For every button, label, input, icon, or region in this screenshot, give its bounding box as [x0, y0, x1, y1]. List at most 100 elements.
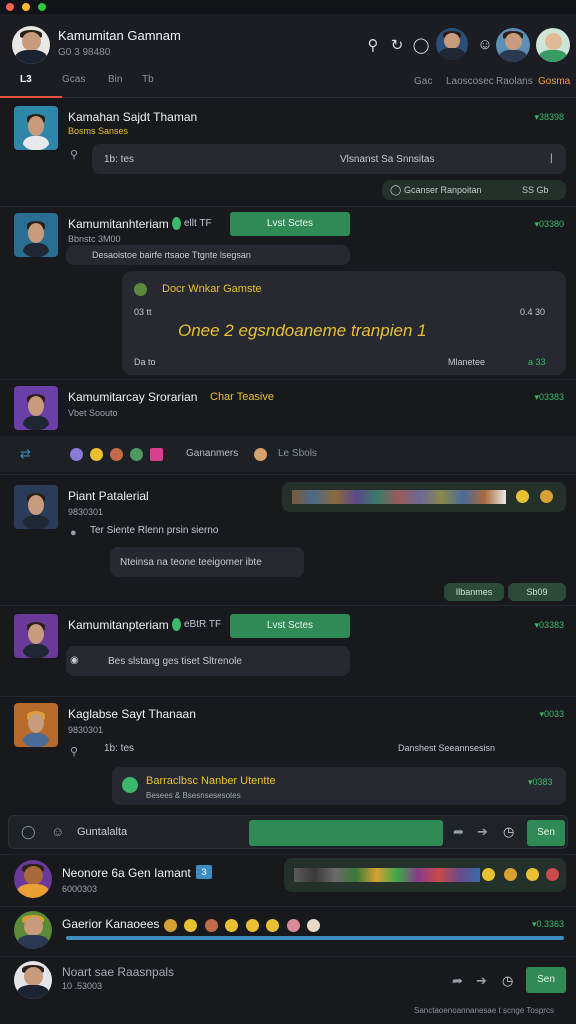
minimize-window-button[interactable] [22, 3, 30, 11]
reply-icon: ◯ [390, 185, 402, 196]
sticker-strip[interactable] [284, 858, 566, 892]
card-foot: Mlanetee [448, 357, 486, 367]
emoji-icon [225, 919, 239, 933]
card-title: Barraclbsc Nanber Utentte [146, 775, 276, 787]
rich-card[interactable]: Barraclbsc Nanber Utentte Besees & Bsesn… [112, 767, 566, 805]
tab-tb[interactable]: Tb [142, 74, 154, 85]
emoji-icon [204, 919, 218, 933]
lvst-sctes-button[interactable]: Lvst Sctes [230, 614, 350, 638]
chat-time: ▾03383 [534, 620, 564, 630]
sticker-strip[interactable] [282, 482, 566, 512]
gem-icon [172, 217, 181, 230]
forward-icon[interactable]: ➔ [477, 824, 488, 840]
share-icon[interactable]: ➦ [453, 824, 464, 840]
chat-item[interactable]: Gaerior Kanaoees ▾0.3363 [0, 907, 576, 957]
contact-avatar-1[interactable] [436, 28, 468, 60]
message-bubble[interactable]: Desaoistoe bairfe rtsaoe Ttgnte lsegsan [66, 245, 350, 265]
chat-item[interactable]: Kamumitanhteriam ellt TF Lvst Sctes Bbns… [0, 207, 576, 379]
circle-icon[interactable]: ◯ [412, 36, 430, 54]
tab-laoscosec[interactable]: Laoscosec [446, 76, 494, 87]
progress-bar[interactable] [66, 936, 564, 940]
reply-icon[interactable]: ⚲ [70, 148, 78, 161]
message-input[interactable] [249, 820, 443, 846]
chat-avatar [14, 485, 58, 529]
clock-icon[interactable]: ◷ [503, 824, 514, 840]
message-bubble[interactable]: ◉ Bes slstang ges tiset Sltrenole [66, 646, 350, 676]
emoji-icon [482, 868, 495, 881]
chat-item[interactable]: Kamahan Sajdt Thaman Bosms Sanses ▾38398… [0, 98, 576, 206]
clock-icon: ● [70, 527, 77, 539]
emoji-icon [540, 490, 553, 503]
contact-avatar-2[interactable] [496, 28, 530, 62]
forward-icon[interactable]: ➔ [476, 973, 487, 989]
emoji-icon [110, 448, 123, 461]
send-button[interactable]: Sen [527, 820, 565, 846]
tab-gac[interactable]: Gac [414, 76, 432, 87]
card-time: ▾0383 [528, 777, 553, 787]
globe-icon [122, 777, 138, 793]
message-bubble[interactable]: 1b: tes Vlsnanst Sa Snnsitas | [92, 144, 566, 174]
refresh-icon[interactable]: ↻ [388, 36, 406, 54]
contact-avatar-3[interactable] [536, 28, 570, 62]
message-text: Nteinsa na teone teeigomer ibte [120, 557, 262, 568]
message-bubble[interactable]: Nteinsa na teone teeigomer ibte [110, 547, 304, 577]
maximize-window-button[interactable] [38, 3, 46, 11]
tab-gosma[interactable]: Gosma [538, 76, 570, 87]
tab-raolans[interactable]: Raolans [496, 76, 533, 87]
attach-icon[interactable]: ◯ [21, 824, 36, 840]
card-count-right: 0.4 30 [520, 307, 546, 317]
reaction-row [164, 917, 323, 935]
chat-name: Noart sae Raasnpals [62, 965, 175, 979]
message-text: Desaoistoe bairfe rtsaoe Ttgnte lsegsan [92, 250, 251, 260]
card-foot-count: a 33 [528, 357, 546, 367]
message-right-text: Vlsnanst Sa Snnsitas [340, 154, 435, 165]
chat-item[interactable]: Neonore 6a Gen Iamant 3 6000303 [0, 856, 576, 906]
message-left-text: 1b: tes [104, 154, 135, 165]
lvst-sctes-button[interactable]: Lvst Sctes [230, 212, 350, 236]
reply-count: SS Gb [522, 185, 549, 195]
close-window-button[interactable] [6, 3, 14, 11]
bot-icon[interactable]: ☺ [476, 36, 494, 53]
reactions-extra: Le Sbols [278, 448, 317, 459]
status-chip[interactable]: Ilbanmes [444, 583, 504, 601]
chat-avatar [14, 614, 58, 658]
chat-item[interactable]: Kaglabse Sayt Thanaan 9830301 ▾0033 ⚲ 1b… [0, 697, 576, 809]
chat-name: Kaglabse Sayt Thanaan [68, 707, 196, 721]
reply-icon[interactable]: ⚲ [70, 745, 78, 758]
divider [0, 854, 576, 855]
chat-time: ▾03383 [534, 392, 564, 402]
profile-avatar[interactable] [12, 26, 50, 64]
chat-item[interactable]: Kamumitarcay Srorarian Char Teasive Vbet… [0, 380, 576, 472]
emoji-icon [164, 919, 177, 933]
progress-fill [66, 936, 564, 940]
chat-avatar [14, 213, 58, 257]
chat-avatar [14, 860, 52, 898]
tab-bin[interactable]: Bin [108, 74, 122, 85]
tab-l3[interactable]: L3 [20, 74, 32, 85]
tab-gcas[interactable]: Gcas [62, 74, 85, 85]
chat-name: Kamumitanhteriam [68, 217, 169, 231]
emoji-icon [130, 448, 143, 461]
chat-name: Kamumitarcay Srorarian [68, 390, 198, 404]
app-header: Kamumitan Gamnam G0 3 98480 ⚲ ↻ ◯ ☺ L3 G… [0, 14, 576, 98]
gem-icon [172, 618, 181, 631]
reply-chip[interactable]: ◯ Gcanser Ranpoitan SS Gb [382, 180, 566, 200]
chat-meta: 9830301 [68, 725, 104, 735]
share-icon[interactable]: ➦ [452, 973, 463, 989]
search-icon[interactable]: ⚲ [364, 36, 382, 54]
card-subtitle: Besees & Bsesnsesesotes [146, 791, 241, 800]
link-icon[interactable]: ⇄ [20, 446, 31, 462]
status-chip[interactable]: Sb09 [508, 583, 566, 601]
emoji-icon [150, 448, 163, 461]
clock-icon[interactable]: ◷ [502, 973, 513, 989]
chat-item[interactable]: Noart sae Raasnpals 10 .53003 ➦ ➔ ◷ Sen [0, 957, 576, 1005]
message-left-text: 1b: tes [104, 743, 135, 754]
chat-item[interactable]: Kamumitanpteriam eBtR TF Lvst Sctes ▾033… [0, 606, 576, 696]
message-row[interactable]: 1b: tes Danshest Seeannsesisn [92, 737, 566, 761]
emoji-icon [504, 868, 517, 881]
rich-card[interactable]: Docr Wnkar Gamste 03 tt 0.4 30 Onee 2 eg… [122, 271, 566, 375]
chat-item[interactable]: Piant Patalerial 9830301 ● Ter Siente Rl… [0, 475, 576, 605]
emoji-icon[interactable]: ☺ [51, 824, 64, 839]
chat-badge: 3 [196, 865, 212, 879]
send-button[interactable]: Sen [526, 967, 566, 993]
